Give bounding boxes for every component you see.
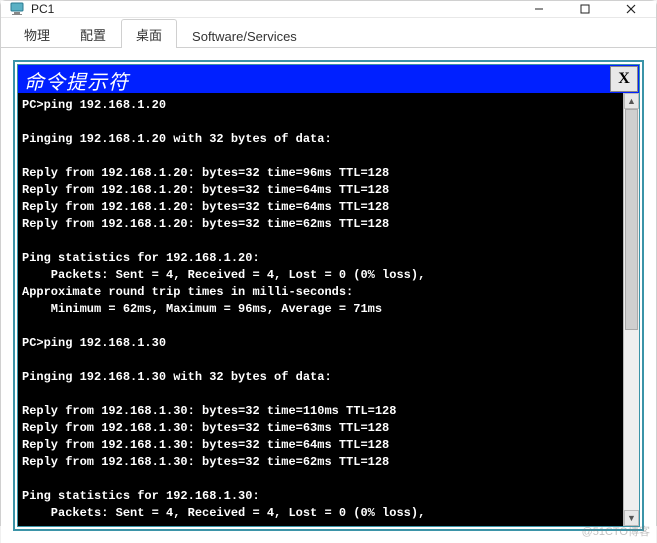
window-title: PC1 [31, 2, 54, 16]
window-controls [516, 1, 654, 17]
close-icon: X [618, 70, 630, 88]
console-output[interactable]: PC>ping 192.168.1.20 Pinging 192.168.1.2… [18, 93, 623, 526]
console-scrollbar[interactable]: ▲ ▼ [623, 93, 639, 526]
minimize-button[interactable] [516, 1, 562, 17]
scroll-up-button[interactable]: ▲ [624, 93, 639, 109]
console-close-button[interactable]: X [610, 66, 638, 92]
app-window: PC1 物理 配置 桌面 Software/Services [0, 0, 657, 526]
scroll-thumb[interactable] [625, 109, 638, 330]
console-titlebar[interactable]: 命令提示符 X [18, 65, 639, 93]
titlebar[interactable]: PC1 [1, 1, 656, 18]
pc-icon [9, 1, 25, 17]
tab-software-services[interactable]: Software/Services [177, 23, 312, 48]
tab-label: 配置 [80, 28, 106, 43]
scroll-track[interactable] [624, 109, 639, 510]
scroll-down-button[interactable]: ▼ [624, 510, 639, 526]
tab-bar: 物理 配置 桌面 Software/Services [1, 18, 656, 48]
tab-label: Software/Services [192, 29, 297, 44]
tab-config[interactable]: 配置 [65, 19, 121, 48]
tab-desktop[interactable]: 桌面 [121, 19, 177, 48]
content-area: 命令提示符 X PC>ping 192.168.1.20 Pinging 192… [1, 48, 656, 543]
tab-label: 桌面 [136, 28, 162, 43]
console-window-frame: 命令提示符 X PC>ping 192.168.1.20 Pinging 192… [13, 60, 644, 531]
tab-label: 物理 [24, 28, 50, 43]
console-title: 命令提示符 [18, 65, 609, 93]
close-button[interactable] [608, 1, 654, 17]
maximize-button[interactable] [562, 1, 608, 17]
tab-physical[interactable]: 物理 [9, 19, 65, 48]
